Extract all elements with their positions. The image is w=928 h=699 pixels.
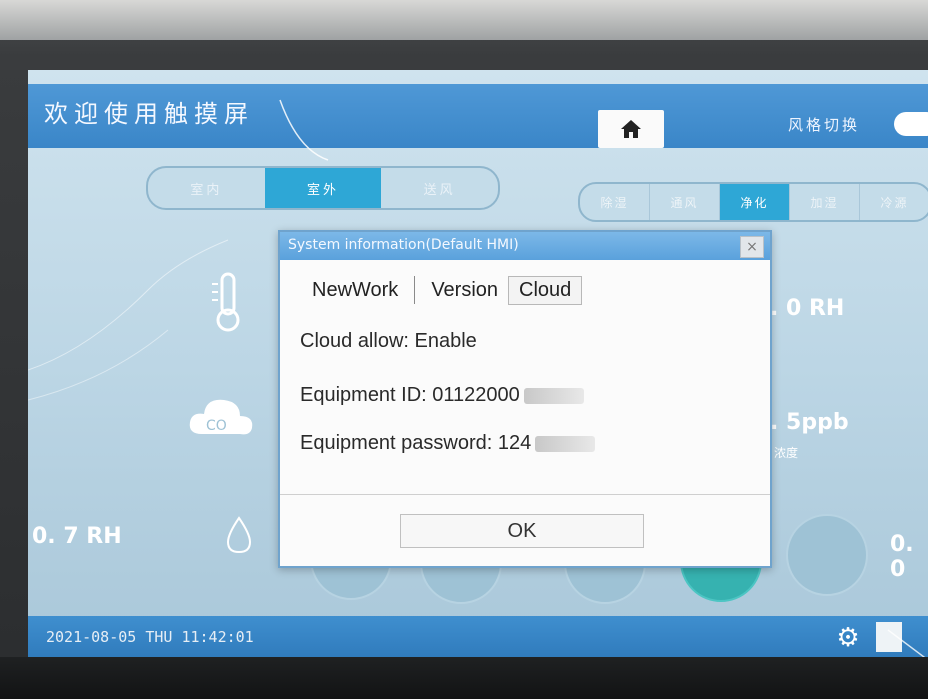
dialog-titlebar: System information(Default HMI) × xyxy=(280,232,770,260)
status-bar: 2021-08-05 THU 11:42:01 ⚙ xyxy=(28,616,928,660)
clock-display: 2021-08-05 THU 11:42:01 xyxy=(46,628,254,646)
equipment-id-text: Equipment ID: 01122000 xyxy=(300,384,520,406)
home-icon xyxy=(621,120,641,138)
tab-cloud[interactable]: Cloud xyxy=(508,275,583,305)
tab-divider xyxy=(414,276,416,304)
bg-circle-5 xyxy=(786,514,868,596)
document-icon[interactable] xyxy=(876,622,902,652)
mode-segment: 室内 室外 送风 xyxy=(146,166,500,210)
tab-indoor[interactable]: 室内 xyxy=(148,168,265,208)
tab-supply-air[interactable]: 送风 xyxy=(381,168,498,208)
ppb-value-right: . 5ppb xyxy=(770,410,849,435)
tab-outdoor[interactable]: 室外 xyxy=(264,168,382,208)
device-top-frame xyxy=(0,0,928,40)
system-info-dialog: System information(Default HMI) × NewWor… xyxy=(278,230,772,568)
cloud-allow-text: Cloud allow: Enable xyxy=(300,330,477,352)
tab-ventilate[interactable]: 通风 xyxy=(650,184,720,220)
redacted-blur xyxy=(523,387,584,404)
humidity-value-left: 0. 7 RH xyxy=(32,524,122,549)
water-drop-icon xyxy=(226,516,252,554)
dialog-tabs: NewWork Version Cloud xyxy=(302,274,583,306)
style-switch-label: 风格切换 xyxy=(788,116,861,134)
function-segment: 除湿 通风 净化 加湿 冷源 xyxy=(578,182,928,222)
tab-humidify[interactable]: 加湿 xyxy=(790,184,860,220)
close-button[interactable]: × xyxy=(740,236,764,258)
tab-network[interactable]: NewWork xyxy=(302,277,408,304)
equipment-password-row: Equipment password: 124 xyxy=(300,432,596,455)
dialog-title: System information(Default HMI) xyxy=(288,237,519,253)
home-button[interactable] xyxy=(598,110,664,148)
equipment-password-text: Equipment password: 124 xyxy=(300,432,532,454)
device-bottom-frame xyxy=(0,657,928,699)
hmi-header: 欢迎使用触摸屏 风格切换 xyxy=(28,84,928,148)
tab-cold-source[interactable]: 冷源 xyxy=(860,184,928,220)
redacted-blur xyxy=(535,435,596,452)
close-icon: × xyxy=(746,239,758,255)
ppb-sub-label: 浓度 xyxy=(774,446,799,460)
tab-dehumidify[interactable]: 除湿 xyxy=(580,184,650,220)
thermometer-icon xyxy=(212,272,240,332)
tab-purify[interactable]: 净化 xyxy=(720,184,790,220)
gear-icon[interactable]: ⚙ xyxy=(834,624,862,652)
svg-text:CO: CO xyxy=(206,418,227,434)
style-switch-toggle[interactable] xyxy=(894,112,928,136)
equipment-id-row: Equipment ID: 01122000 xyxy=(300,384,584,407)
tab-version[interactable]: Version xyxy=(421,277,508,304)
dialog-divider xyxy=(280,494,770,495)
cloud-co2-icon: CO xyxy=(189,399,253,435)
humidity-value-right: . 0 RH xyxy=(770,296,845,321)
ok-button[interactable]: OK xyxy=(400,514,644,548)
hmi-screen: 欢迎使用触摸屏 风格切换 室内 室外 送风 除湿 通风 净化 加湿 冷源 CO … xyxy=(28,70,928,660)
welcome-title: 欢迎使用触摸屏 xyxy=(44,100,254,128)
value-right-bottom: 0. 0 xyxy=(890,532,914,582)
